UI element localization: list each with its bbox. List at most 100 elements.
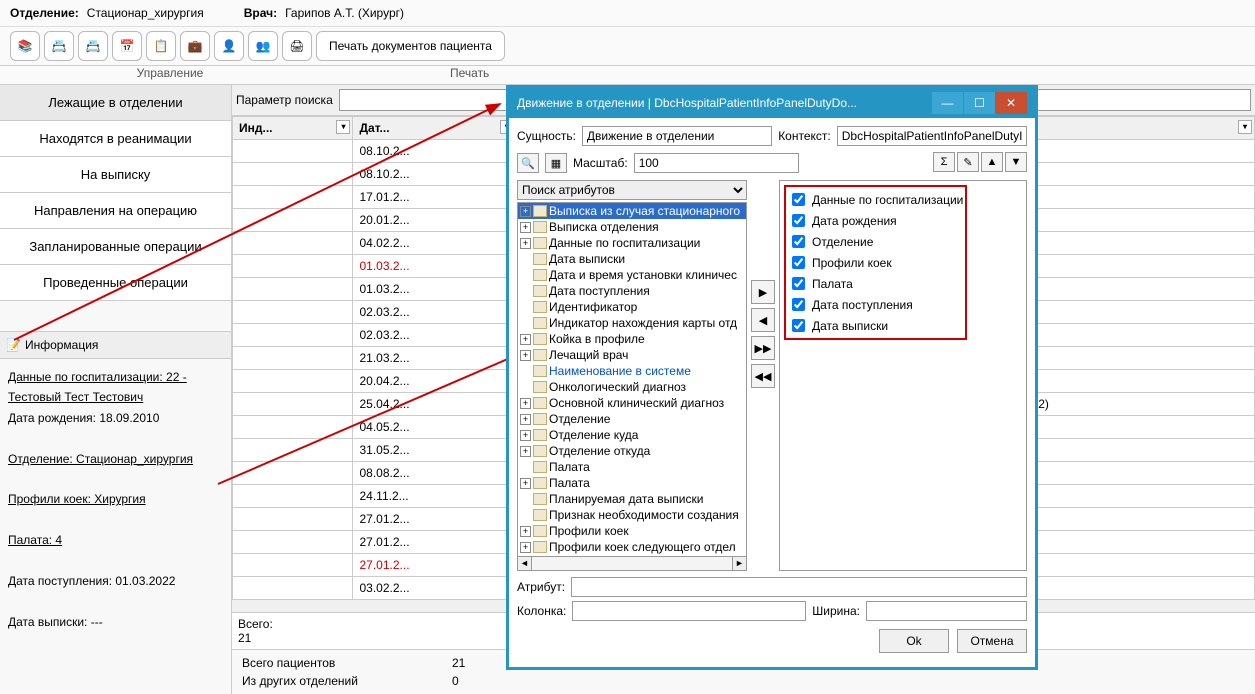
expand-icon[interactable]: + — [520, 478, 531, 489]
print-documents-button[interactable]: Печать документов пациента — [316, 31, 505, 61]
check-row[interactable]: Палата — [788, 273, 963, 294]
expand-icon[interactable]: + — [520, 542, 531, 553]
sidebar-tab-op-referrals[interactable]: Направления на операцию — [0, 193, 231, 229]
scale-input[interactable] — [634, 153, 799, 173]
check-row[interactable]: Отделение — [788, 231, 963, 252]
tree-node[interactable]: +Выписка из случая стационарного — [518, 203, 746, 219]
add-all-button[interactable]: ▶▶ — [751, 336, 775, 360]
down-icon[interactable]: ▼ — [1005, 152, 1027, 172]
checkbox[interactable] — [792, 298, 805, 311]
tree-node[interactable]: Онкологический диагноз — [518, 379, 746, 395]
tree-node[interactable]: Наименование в системе — [518, 363, 746, 379]
column-header[interactable]: Дат...▾ — [353, 117, 516, 140]
checkbox[interactable] — [792, 319, 805, 332]
attribute-field[interactable] — [571, 577, 1027, 597]
sidebar-tab-done-ops[interactable]: Проведенные операции — [0, 265, 231, 301]
remove-one-button[interactable]: ◀ — [751, 308, 775, 332]
tree-node[interactable]: Планируемая дата выписки — [518, 491, 746, 507]
context-input[interactable] — [837, 126, 1027, 146]
expand-icon[interactable]: + — [520, 414, 531, 425]
tree-node[interactable]: +Отделение — [518, 411, 746, 427]
cancel-button[interactable]: Отмена — [957, 629, 1027, 653]
ok-button[interactable]: Ok — [879, 629, 949, 653]
tree-node[interactable]: Палата — [518, 459, 746, 475]
tree-node[interactable]: +Отделение куда — [518, 427, 746, 443]
scroll-left-icon[interactable]: ◄ — [518, 557, 532, 570]
filter-icon[interactable]: ▾ — [336, 120, 350, 134]
tree-node[interactable]: +Профили коек следующего отдел — [518, 539, 746, 555]
checkbox[interactable] — [792, 256, 805, 269]
width-field[interactable] — [866, 601, 1027, 621]
tree-node[interactable]: Признак необходимости создания — [518, 507, 746, 523]
tree-node[interactable]: +Отделение откуда — [518, 443, 746, 459]
expand-icon[interactable]: + — [520, 430, 531, 441]
selected-list[interactable]: Данные по госпитализацииДата рожденияОтд… — [779, 180, 1027, 571]
card-icon[interactable]: 📇 — [44, 31, 74, 61]
check-row[interactable]: Дата выписки — [788, 315, 963, 336]
tree-node[interactable]: +Палата — [518, 475, 746, 491]
user-move-icon[interactable]: 👥 — [248, 31, 278, 61]
expand-icon[interactable]: + — [520, 446, 531, 457]
printer-icon[interactable]: 🖨 — [282, 31, 312, 61]
tree-scrollbar[interactable]: ◄ ► — [517, 557, 747, 571]
check-row[interactable]: Дата рождения — [788, 210, 963, 231]
checkbox[interactable] — [792, 277, 805, 290]
tree-node[interactable]: Дата и время установки клиничес — [518, 267, 746, 283]
attributes-tree[interactable]: +Выписка из случая стационарного+Выписка… — [517, 202, 747, 557]
column-field[interactable] — [572, 601, 806, 621]
tree-node[interactable]: Дата поступления — [518, 283, 746, 299]
zoom-icon[interactable]: 🔍 — [517, 153, 539, 173]
tree-node[interactable]: +Выписка отделения — [518, 219, 746, 235]
sidebar-tab-reanimation[interactable]: Находятся в реанимации — [0, 121, 231, 157]
checkbox[interactable] — [792, 214, 805, 227]
expand-icon[interactable]: + — [520, 526, 531, 537]
entity-input[interactable] — [582, 126, 772, 146]
clipboard-icon[interactable]: 📋 — [146, 31, 176, 61]
scroll-right-icon[interactable]: ► — [732, 557, 746, 570]
up-icon[interactable]: ▲ — [981, 152, 1003, 172]
sidebar-tab-lying[interactable]: Лежащие в отделении — [0, 85, 231, 121]
case-icon[interactable]: 💼 — [180, 31, 210, 61]
expand-icon[interactable]: + — [520, 334, 531, 345]
checkbox[interactable] — [792, 193, 805, 206]
tree-node[interactable]: Дата выписки — [518, 251, 746, 267]
tree-node[interactable]: +Койка в профиле — [518, 331, 746, 347]
expand-icon[interactable]: + — [520, 238, 531, 249]
tree-node[interactable]: +Лечащий врач — [518, 347, 746, 363]
tree-node[interactable]: +Профили коек — [518, 523, 746, 539]
tree-node[interactable]: Идентификатор — [518, 299, 746, 315]
expand-icon[interactable]: + — [520, 206, 531, 217]
minimize-button[interactable]: — — [931, 92, 963, 114]
attr-search-combo[interactable]: Поиск атрибутов — [517, 180, 747, 200]
check-row[interactable]: Профили коек — [788, 252, 963, 273]
node-icon — [533, 301, 547, 313]
sidebar-tab-planned-ops[interactable]: Запланированные операции — [0, 229, 231, 265]
expand-icon[interactable]: + — [520, 350, 531, 361]
remove-all-button[interactable]: ◀◀ — [751, 364, 775, 388]
close-button[interactable]: ✕ — [995, 92, 1027, 114]
sidebar-tab-discharge[interactable]: На выписку — [0, 157, 231, 193]
filter-icon[interactable]: ▾ — [1238, 120, 1252, 134]
calendar-icon[interactable]: 📅 — [112, 31, 142, 61]
expand-icon[interactable]: + — [520, 398, 531, 409]
sigma-icon[interactable]: Σ — [933, 152, 955, 172]
tree-node-label: Дата и время установки клиничес — [549, 268, 737, 282]
add-one-button[interactable]: ▶ — [751, 280, 775, 304]
check-row[interactable]: Данные по госпитализации — [788, 189, 963, 210]
books-icon[interactable]: 📚 — [10, 31, 40, 61]
info-profiles: Профили коек: Хирургия — [8, 489, 223, 509]
dialog-titlebar[interactable]: Движение в отделении | DbcHospitalPatien… — [509, 88, 1035, 118]
tree-node[interactable]: +Данные по госпитализации — [518, 235, 746, 251]
card2-icon[interactable]: 📇 — [78, 31, 108, 61]
checkbox[interactable] — [792, 235, 805, 248]
tree-node[interactable]: +Основной клинический диагноз — [518, 395, 746, 411]
tree-node[interactable]: Индикатор нахождения карты отд — [518, 315, 746, 331]
grid-icon[interactable]: ▦ — [545, 153, 567, 173]
node-icon — [533, 381, 547, 393]
check-row[interactable]: Дата поступления — [788, 294, 963, 315]
column-header[interactable]: Инд...▾ — [233, 117, 353, 140]
user-add-icon[interactable]: 👤 — [214, 31, 244, 61]
expand-icon[interactable]: + — [520, 222, 531, 233]
maximize-button[interactable]: ☐ — [963, 92, 995, 114]
edit-icon[interactable]: ✎ — [957, 152, 979, 172]
